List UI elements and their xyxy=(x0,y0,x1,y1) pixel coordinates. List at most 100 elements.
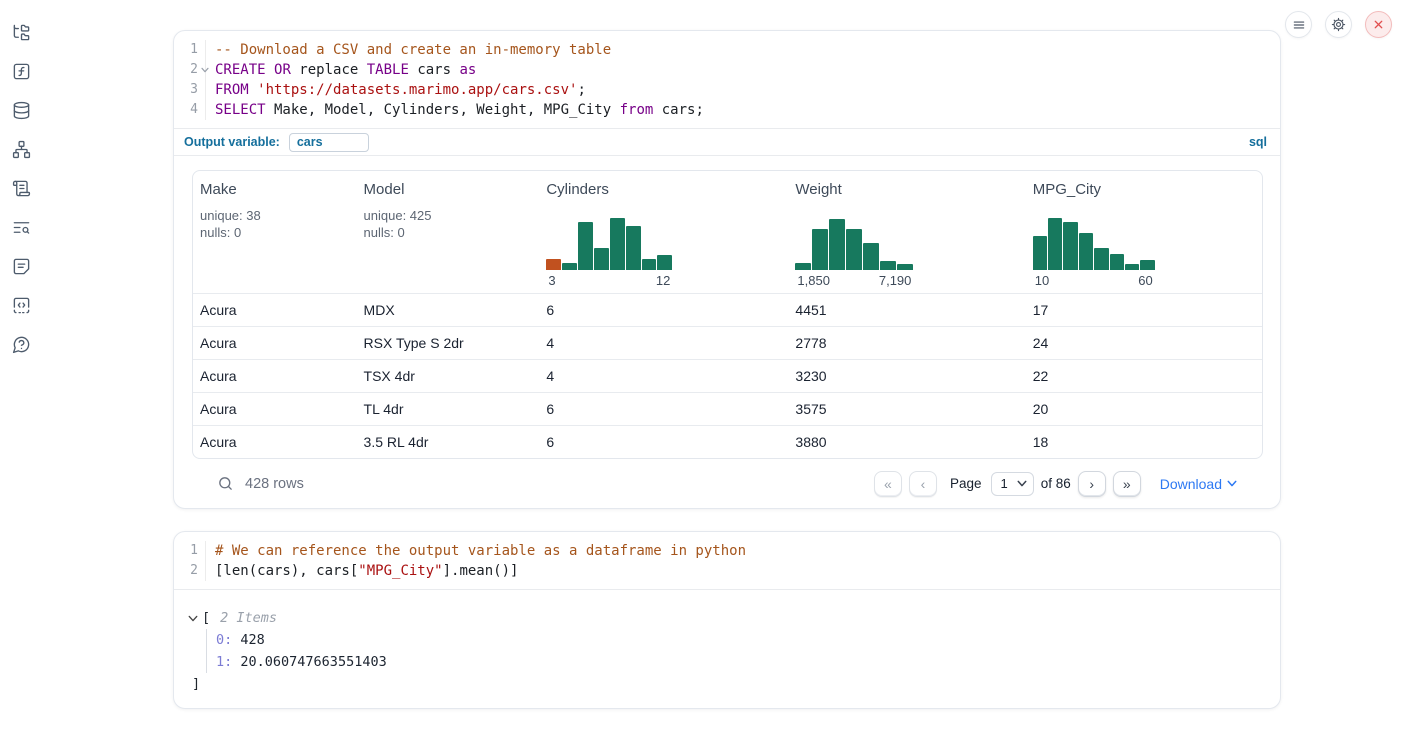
sidebar-item-variables[interactable] xyxy=(10,60,32,82)
column-header-mpg-city[interactable]: MPG_City 1060 xyxy=(1026,181,1262,293)
tree-entries: 0: 428 1: 20.060747663551403 xyxy=(206,629,1280,673)
histogram-axis-labels: 1060 xyxy=(1033,273,1155,288)
histogram-bar[interactable] xyxy=(1125,264,1139,270)
code-line: 2[len(cars), cars["MPG_City"].mean()] xyxy=(174,561,1280,581)
histogram-bar[interactable] xyxy=(1094,248,1108,270)
sidebar-item-file-explorer[interactable] xyxy=(10,21,32,43)
histogram-bar[interactable] xyxy=(1063,222,1077,270)
histogram-bar[interactable] xyxy=(1033,236,1047,270)
histogram-bar[interactable] xyxy=(642,259,657,270)
fold-chevron-icon[interactable] xyxy=(201,67,209,73)
python-code-editor[interactable]: 1# We can reference the output variable … xyxy=(174,532,1280,590)
code-line: 4SELECT Make, Model, Cylinders, Weight, … xyxy=(174,100,1280,120)
column-header-make[interactable]: Make unique: 38 nulls: 0 xyxy=(193,181,357,293)
histogram-bar[interactable] xyxy=(626,226,641,270)
page-select[interactable]: 1 xyxy=(991,472,1033,496)
histogram-bar[interactable] xyxy=(1140,260,1154,270)
page-total: of 86 xyxy=(1041,476,1071,491)
table-body: AcuraMDX6445117AcuraRSX Type S 2dr427782… xyxy=(193,293,1262,458)
histogram-bar[interactable] xyxy=(657,255,672,270)
line-number: 4 xyxy=(174,100,206,120)
sidebar-item-documentation[interactable] xyxy=(10,255,32,277)
table-row[interactable]: AcuraTL 4dr6357520 xyxy=(193,392,1262,425)
last-page-button[interactable]: » xyxy=(1113,471,1141,497)
cylinders-histogram[interactable]: 312 xyxy=(546,218,672,293)
gear-icon xyxy=(1331,17,1346,32)
histogram-bars xyxy=(546,218,672,270)
data-table: Make unique: 38 nulls: 0 Model unique: 4… xyxy=(192,170,1263,459)
mpg-city-histogram[interactable]: 1060 xyxy=(1033,218,1155,293)
column-header-weight[interactable]: Weight 1,8507,190 xyxy=(788,181,1025,293)
column-header-model[interactable]: Model unique: 425 nulls: 0 xyxy=(357,181,540,293)
histogram-bars xyxy=(1033,218,1155,270)
output-variable-input[interactable] xyxy=(289,133,369,152)
column-header-cylinders[interactable]: Cylinders 312 xyxy=(539,181,788,293)
notebook-area: 1-- Download a CSV and create an in-memo… xyxy=(173,0,1281,709)
language-badge[interactable]: sql xyxy=(1249,135,1267,149)
code-text: FROM 'https://datasets.marimo.app/cars.c… xyxy=(206,80,586,100)
next-page-button[interactable]: › xyxy=(1078,471,1106,497)
help-circle-icon xyxy=(12,335,31,354)
table-cell: 6 xyxy=(539,401,788,417)
pagination: « ‹ Page 1 of 86 › » xyxy=(874,471,1141,497)
sidebar-item-dependency-graph[interactable] xyxy=(10,138,32,160)
shutdown-button[interactable] xyxy=(1365,11,1392,38)
sidebar-item-logs[interactable] xyxy=(10,216,32,238)
weight-histogram[interactable]: 1,8507,190 xyxy=(795,218,913,293)
sql-cell: 1-- Download a CSV and create an in-memo… xyxy=(173,30,1281,509)
download-button[interactable]: Download xyxy=(1160,476,1237,492)
table-cell: MDX xyxy=(357,302,540,318)
table-cell: 3230 xyxy=(788,368,1025,384)
histogram-bar[interactable] xyxy=(594,248,609,270)
python-output-tree: [ 2 Items 0: 428 1: 20.060747663551403 ] xyxy=(174,590,1280,708)
histogram-bar[interactable] xyxy=(1110,254,1124,270)
table-row[interactable]: AcuraTSX 4dr4323022 xyxy=(193,359,1262,392)
histogram-bar[interactable] xyxy=(846,229,862,270)
histogram-bar[interactable] xyxy=(795,263,811,270)
histogram-bar[interactable] xyxy=(829,219,845,270)
first-page-button[interactable]: « xyxy=(874,471,902,497)
sql-code-editor[interactable]: 1-- Download a CSV and create an in-memo… xyxy=(174,31,1280,128)
search-icon[interactable] xyxy=(217,475,234,492)
sidebar-item-scratchpad[interactable] xyxy=(10,177,32,199)
items-count-label: 2 Items xyxy=(220,607,277,629)
histogram-bar[interactable] xyxy=(880,261,896,270)
column-stat: unique: 38 xyxy=(200,207,349,224)
histogram-bar[interactable] xyxy=(610,218,625,270)
chevron-down-icon xyxy=(1227,480,1237,487)
close-bracket: ] xyxy=(192,673,1280,695)
table-row[interactable]: Acura3.5 RL 4dr6388018 xyxy=(193,425,1262,458)
histogram-bar[interactable] xyxy=(578,222,593,270)
table-cell: 4451 xyxy=(788,302,1025,318)
collapse-chevron-icon[interactable] xyxy=(188,615,198,622)
histogram-bar[interactable] xyxy=(562,263,577,270)
table-cell: 2778 xyxy=(788,335,1025,351)
histogram-bar[interactable] xyxy=(1048,218,1062,270)
column-stat: nulls: 0 xyxy=(364,224,532,241)
menu-button[interactable] xyxy=(1285,11,1312,38)
page-label: Page xyxy=(950,476,982,491)
histogram-bar[interactable] xyxy=(1079,233,1093,270)
settings-button[interactable] xyxy=(1325,11,1352,38)
table-cell: RSX Type S 2dr xyxy=(357,335,540,351)
sidebar-item-help[interactable] xyxy=(10,333,32,355)
histogram-bar[interactable] xyxy=(546,259,561,270)
list-search-icon xyxy=(12,218,31,237)
table-cell: 3.5 RL 4dr xyxy=(357,434,540,450)
sidebar-item-snippets[interactable] xyxy=(10,294,32,316)
table-cell: 24 xyxy=(1026,335,1262,351)
histogram-bar[interactable] xyxy=(897,264,913,270)
histogram-bar[interactable] xyxy=(812,229,828,270)
sql-cell-footer: Output variable: sql xyxy=(174,128,1280,156)
table-cell: 22 xyxy=(1026,368,1262,384)
code-text: SELECT Make, Model, Cylinders, Weight, M… xyxy=(206,100,704,120)
histogram-bar[interactable] xyxy=(863,243,879,270)
column-stat: nulls: 0 xyxy=(200,224,349,241)
sidebar-item-datasources[interactable] xyxy=(10,99,32,121)
code-line: 3FROM 'https://datasets.marimo.app/cars.… xyxy=(174,80,1280,100)
table-row[interactable]: AcuraRSX Type S 2dr4277824 xyxy=(193,326,1262,359)
prev-page-button[interactable]: ‹ xyxy=(909,471,937,497)
table-row[interactable]: AcuraMDX6445117 xyxy=(193,293,1262,326)
document-icon xyxy=(12,257,31,276)
table-cell: Acura xyxy=(193,434,357,450)
